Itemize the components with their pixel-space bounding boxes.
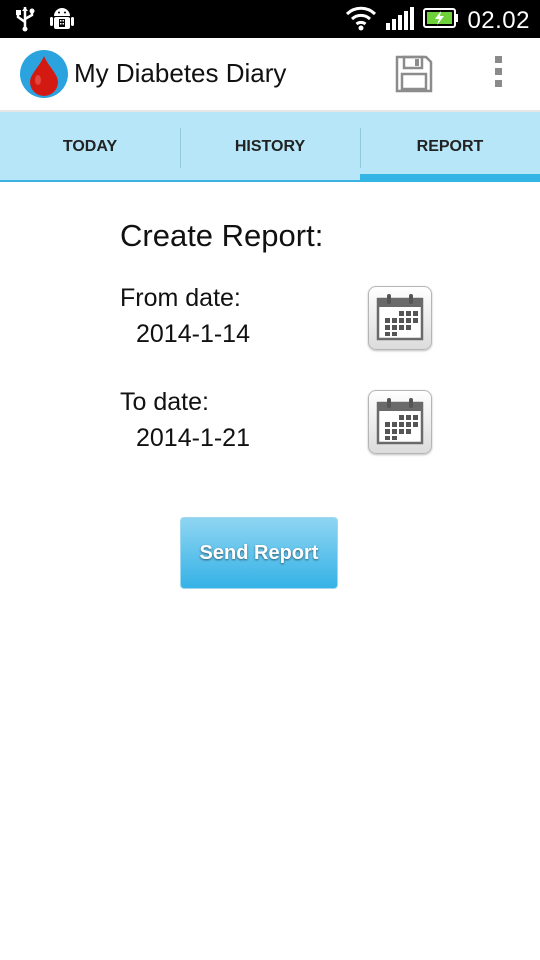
to-date-label: To date: bbox=[120, 388, 209, 416]
app-title: My Diabetes Diary bbox=[74, 58, 287, 88]
battery-charging-icon bbox=[423, 7, 459, 34]
tab-label: TODAY bbox=[62, 138, 118, 155]
save-icon bbox=[394, 55, 434, 98]
to-date-value: 2014-1-21 bbox=[136, 424, 250, 452]
page-title: Create Report: bbox=[120, 218, 324, 253]
overflow-menu-icon bbox=[486, 56, 510, 87]
action-bar: My Diabetes Diary bbox=[0, 38, 540, 112]
android-debug-icon bbox=[50, 6, 74, 37]
calendar-icon bbox=[369, 398, 431, 457]
save-button[interactable] bbox=[394, 54, 434, 94]
to-date-picker-button[interactable] bbox=[368, 390, 432, 454]
tab-history[interactable]: HISTORY bbox=[180, 112, 360, 182]
tab-indicator bbox=[180, 180, 360, 182]
tab-bar: TODAY HISTORY REPORT bbox=[0, 112, 540, 182]
from-date-label: From date: bbox=[120, 284, 241, 312]
send-report-button[interactable]: Send Report bbox=[180, 517, 338, 589]
tab-indicator-active bbox=[360, 174, 540, 182]
status-bar-notifications bbox=[14, 6, 74, 37]
usb-icon bbox=[14, 6, 36, 37]
from-date-value: 2014-1-14 bbox=[136, 320, 250, 348]
status-bar-system: 02.02 bbox=[345, 4, 530, 37]
tab-label: HISTORY bbox=[234, 138, 306, 155]
app-logo bbox=[20, 50, 68, 98]
blood-drop-icon bbox=[20, 56, 68, 102]
wifi-icon bbox=[345, 4, 377, 37]
tab-indicator bbox=[0, 180, 180, 182]
tab-today[interactable]: TODAY bbox=[0, 112, 180, 182]
tab-label: REPORT bbox=[416, 138, 484, 155]
signal-icon bbox=[385, 5, 415, 36]
overflow-menu-button[interactable] bbox=[486, 56, 510, 94]
status-bar: 02.02 bbox=[0, 0, 540, 38]
calendar-icon bbox=[369, 294, 431, 353]
from-date-picker-button[interactable] bbox=[368, 286, 432, 350]
status-time: 02.02 bbox=[467, 6, 530, 34]
tab-report[interactable]: REPORT bbox=[360, 112, 540, 182]
